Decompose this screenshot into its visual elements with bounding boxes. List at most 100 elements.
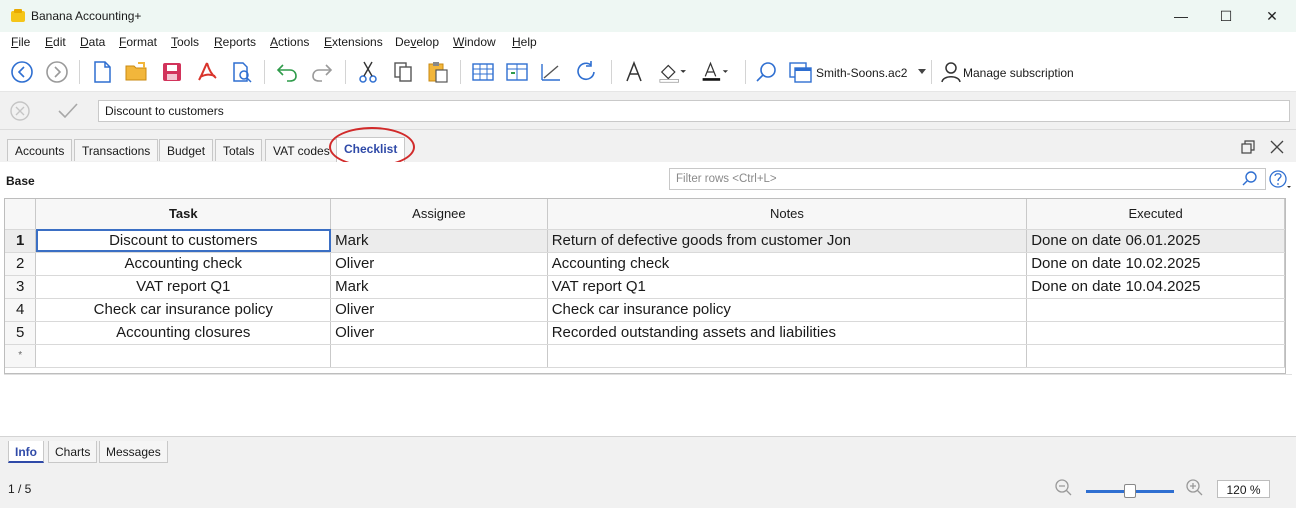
cell-task[interactable]: Discount to customers bbox=[35, 229, 332, 253]
cell-task[interactable]: Accounting check bbox=[35, 252, 332, 276]
menu-develop[interactable]: Develop bbox=[395, 35, 439, 49]
filter-rows-input[interactable]: Filter rows <Ctrl+L> bbox=[669, 168, 1266, 190]
tab-budget[interactable]: Budget bbox=[159, 139, 214, 161]
cell-assignee[interactable]: Oliver bbox=[330, 252, 548, 276]
window-title: Banana Accounting+ bbox=[31, 9, 142, 23]
cell-task[interactable] bbox=[35, 344, 332, 368]
cell-notes[interactable]: Accounting check bbox=[547, 252, 1028, 276]
table-row[interactable]: 1 Discount to customers Mark Return of d… bbox=[5, 229, 1285, 253]
copy-icon[interactable] bbox=[389, 58, 417, 86]
close-button[interactable]: ✕ bbox=[1249, 0, 1295, 32]
cell-task[interactable]: Check car insurance policy bbox=[35, 298, 332, 322]
cell-editor-input[interactable]: Discount to customers bbox=[98, 100, 1290, 122]
menu-file[interactable]: File bbox=[11, 35, 30, 49]
paste-icon[interactable] bbox=[424, 58, 452, 86]
new-file-icon[interactable] bbox=[88, 58, 116, 86]
cell-executed[interactable]: Done on date 10.04.2025 bbox=[1026, 275, 1285, 299]
tab-messages[interactable]: Messages bbox=[99, 441, 168, 463]
back-icon[interactable] bbox=[8, 58, 36, 86]
close-panel-icon[interactable] bbox=[1269, 139, 1285, 158]
cell-assignee[interactable]: Oliver bbox=[330, 321, 548, 345]
file-selector[interactable]: Smith-Soons.ac2 bbox=[816, 66, 907, 80]
menu-window[interactable]: Window bbox=[453, 35, 496, 49]
column-header-notes[interactable]: Notes bbox=[547, 199, 1028, 230]
cell-notes[interactable] bbox=[547, 344, 1028, 368]
zoom-slider-thumb[interactable] bbox=[1124, 484, 1136, 498]
column-header-executed[interactable]: Executed bbox=[1026, 199, 1285, 230]
manage-subscription-button[interactable]: Manage subscription bbox=[963, 66, 1074, 80]
tab-info[interactable]: Info bbox=[8, 441, 44, 463]
save-icon[interactable] bbox=[158, 58, 186, 86]
cell-notes[interactable]: VAT report Q1 bbox=[547, 275, 1028, 299]
menu-edit[interactable]: Edit bbox=[45, 35, 66, 49]
cell-task[interactable]: VAT report Q1 bbox=[35, 275, 332, 299]
cell-assignee[interactable]: Mark bbox=[330, 275, 548, 299]
open-folder-icon[interactable] bbox=[123, 58, 151, 86]
table-row[interactable]: 5 Accounting closures Oliver Recorded ou… bbox=[5, 321, 1285, 345]
new-table-row[interactable]: * bbox=[5, 344, 1285, 368]
cell-executed[interactable]: Done on date 06.01.2025 bbox=[1026, 229, 1285, 253]
maximize-button[interactable]: ☐ bbox=[1203, 0, 1249, 32]
table-row[interactable]: 4 Check car insurance policy Oliver Chec… bbox=[5, 298, 1285, 322]
tab-charts[interactable]: Charts bbox=[48, 441, 98, 463]
edit-chart-icon[interactable] bbox=[537, 58, 565, 86]
table-row[interactable]: 2 Accounting check Oliver Accounting che… bbox=[5, 252, 1285, 276]
cut-icon[interactable] bbox=[354, 58, 382, 86]
minimize-button[interactable]: — bbox=[1158, 0, 1204, 32]
toolbar-separator bbox=[931, 60, 932, 84]
cell-assignee[interactable] bbox=[330, 344, 548, 368]
tab-totals[interactable]: Totals bbox=[215, 139, 263, 161]
cell-notes[interactable]: Recorded outstanding assets and liabilit… bbox=[547, 321, 1028, 345]
zoom-out-icon[interactable] bbox=[1054, 478, 1072, 499]
row-number-header bbox=[5, 199, 37, 230]
status-bar: 1 / 5 120 % bbox=[0, 466, 1296, 508]
cell-assignee[interactable]: Mark bbox=[330, 229, 548, 253]
zoom-in-icon[interactable] bbox=[1185, 478, 1203, 499]
add-row-icon[interactable] bbox=[469, 58, 497, 86]
forward-icon[interactable] bbox=[43, 58, 71, 86]
confirm-edit-icon[interactable] bbox=[56, 100, 80, 125]
cell-notes[interactable]: Return of defective goods from customer … bbox=[547, 229, 1028, 253]
menu-reports[interactable]: Reports bbox=[214, 35, 256, 49]
menu-actions[interactable]: Actions bbox=[270, 35, 309, 49]
toolbar-separator bbox=[745, 60, 746, 84]
recheck-icon[interactable] bbox=[572, 58, 600, 86]
print-preview-icon[interactable] bbox=[228, 58, 256, 86]
table-header-row: Task Assignee Notes Executed bbox=[5, 199, 1285, 230]
undo-icon[interactable] bbox=[273, 58, 301, 86]
cell-executed[interactable] bbox=[1026, 344, 1285, 368]
file-window-icon[interactable] bbox=[787, 58, 815, 86]
tab-vat-codes[interactable]: VAT codes bbox=[265, 139, 338, 161]
menu-tools[interactable]: Tools bbox=[171, 35, 199, 49]
pdf-icon[interactable] bbox=[193, 58, 221, 86]
tab-accounts[interactable]: Accounts bbox=[7, 139, 73, 161]
font-icon[interactable] bbox=[620, 58, 648, 86]
filter-search-icon[interactable] bbox=[1241, 170, 1259, 191]
tab-checklist[interactable]: Checklist bbox=[336, 137, 406, 162]
menu-format[interactable]: Format bbox=[119, 35, 157, 49]
menu-extensions[interactable]: Extensions bbox=[324, 35, 383, 49]
column-header-assignee[interactable]: Assignee bbox=[330, 199, 548, 230]
cell-executed[interactable] bbox=[1026, 298, 1285, 322]
cell-executed[interactable]: Done on date 10.02.2025 bbox=[1026, 252, 1285, 276]
fill-color-icon[interactable] bbox=[658, 58, 686, 86]
table-row[interactable]: 3 VAT report Q1 Mark VAT report Q1 Done … bbox=[5, 275, 1285, 299]
restore-panel-icon[interactable] bbox=[1240, 139, 1256, 158]
cell-notes[interactable]: Check car insurance policy bbox=[547, 298, 1028, 322]
menu-data[interactable]: Data bbox=[80, 35, 105, 49]
cell-assignee[interactable]: Oliver bbox=[330, 298, 548, 322]
tab-transactions[interactable]: Transactions bbox=[74, 139, 159, 161]
help-icon[interactable] bbox=[1268, 169, 1292, 194]
column-header-task[interactable]: Task bbox=[35, 199, 332, 230]
cancel-edit-icon[interactable] bbox=[9, 100, 31, 125]
cell-task[interactable]: Accounting closures bbox=[35, 321, 332, 345]
zoom-level[interactable]: 120 % bbox=[1217, 480, 1270, 498]
menu-help[interactable]: Help bbox=[512, 35, 537, 49]
cell-executed[interactable] bbox=[1026, 321, 1285, 345]
redo-icon[interactable] bbox=[308, 58, 336, 86]
columns-setup-icon[interactable] bbox=[503, 58, 531, 86]
new-row-marker: * bbox=[5, 344, 37, 368]
search-icon[interactable] bbox=[752, 58, 780, 86]
text-color-icon[interactable] bbox=[700, 58, 728, 86]
user-icon[interactable] bbox=[937, 58, 965, 86]
